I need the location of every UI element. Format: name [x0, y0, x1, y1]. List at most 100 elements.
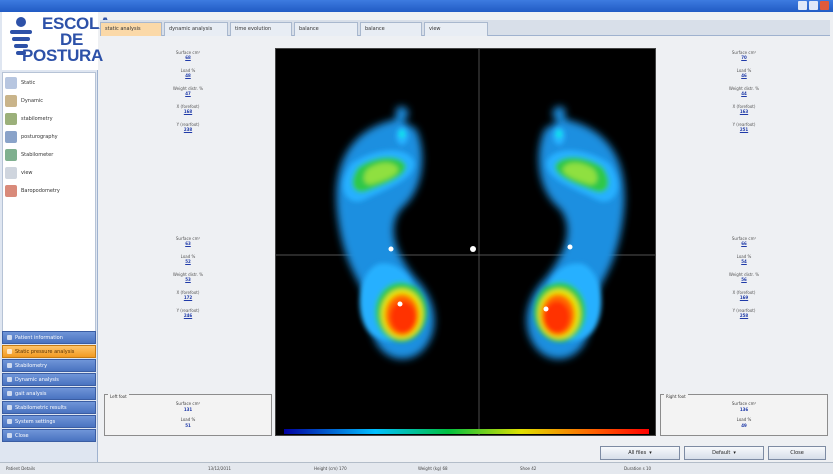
box-title: Left foot — [108, 394, 129, 399]
tool-label: view — [21, 170, 33, 176]
tab-dynamic-analysis[interactable]: dynamic analysis — [164, 22, 228, 36]
stat-value: 238 — [183, 127, 193, 132]
right-foot-stats: Surface cm² 70 Load % 46 Weight distr. % 44… — [660, 44, 828, 394]
stat-value: 68 — [185, 55, 191, 60]
stat-item: Load % 54 — [660, 254, 828, 265]
tool-label: Dynamic — [21, 98, 44, 104]
stat-value: 48 — [185, 73, 191, 78]
chevron-down-icon: ▾ — [733, 450, 736, 456]
default-button[interactable]: Default ▾ — [684, 446, 764, 460]
balance-icon — [5, 149, 17, 161]
box-label: Surface cm² — [175, 401, 201, 406]
tool-view[interactable]: view — [5, 165, 95, 181]
stat-value: 163 — [739, 109, 749, 114]
tool-label: Baropodometry — [21, 188, 60, 194]
tool-label: Stabilometer — [21, 152, 54, 158]
nav-system-settings[interactable]: System settings — [2, 415, 96, 428]
button-label: Default — [712, 450, 731, 456]
nav-icon — [7, 335, 12, 340]
nav-close[interactable]: Close — [2, 429, 96, 442]
tool-posturography[interactable]: posturography — [5, 129, 95, 145]
nav-icon — [7, 419, 12, 424]
nav-icon — [7, 377, 12, 382]
status-bar: Patient Details 13/12/2011 Height (cm) 1… — [0, 462, 833, 474]
tool-baropodometry[interactable]: Baropodometry — [5, 183, 95, 199]
all-files-button[interactable]: All files ▾ — [600, 446, 680, 460]
stat-value: 172 — [183, 295, 193, 300]
stat-value: 46 — [741, 73, 747, 78]
nav-label: Stabilometric results — [15, 404, 67, 411]
nav-label: Static pressure analysis — [15, 348, 75, 355]
nav-gait-analysis[interactable]: gait analysis — [2, 387, 96, 400]
close-button[interactable]: Close — [768, 446, 826, 460]
minimize-icon[interactable] — [798, 1, 807, 10]
foot-icon — [5, 77, 17, 89]
stat-item: Weight distr. % 56 — [660, 272, 828, 283]
stat-item: Surface cm² 66 — [660, 236, 828, 247]
tab-balance-2[interactable]: balance — [360, 22, 422, 36]
stat-value: 246 — [183, 313, 193, 318]
tool-label: stabilometry — [21, 116, 53, 122]
maximize-icon[interactable] — [809, 1, 818, 10]
status-shoe: Shoe 42 — [520, 466, 537, 471]
right-summary-box: Right foot Surface cm² 136 Load % 49 — [660, 394, 828, 436]
nav-label: gait analysis — [15, 390, 47, 397]
close-icon[interactable] — [820, 1, 829, 10]
left-foot-print — [336, 106, 435, 359]
stat-value: 169 — [739, 295, 749, 300]
nav-stabilometry[interactable]: Stabilometry — [2, 359, 96, 372]
tool-label: Static — [21, 80, 36, 86]
tab-balance-1[interactable]: balance — [294, 22, 358, 36]
nav-stabilometric-results[interactable]: Stabilometric results — [2, 401, 96, 414]
button-label: All files — [628, 450, 647, 456]
box-label: Load % — [180, 417, 196, 422]
stat-value: 70 — [741, 55, 747, 60]
nav-patient-information[interactable]: Patient information — [2, 331, 96, 344]
box-value: 51 — [185, 423, 191, 428]
stat-item: Surface cm² 70 — [660, 50, 828, 61]
stat-value: 54 — [741, 259, 747, 264]
pressure-heatmap — [276, 49, 655, 435]
logo: ESCOLA DE POSTURA — [2, 12, 111, 70]
right-foot-print — [526, 106, 625, 359]
tool-static[interactable]: Static — [5, 75, 95, 91]
stat-item: Load % 52 — [104, 254, 272, 265]
nav-label: System settings — [15, 418, 56, 425]
nav-label: Patient information — [15, 334, 63, 341]
person-icon — [5, 113, 17, 125]
stat-item: Y (rearfoot) 238 — [104, 122, 272, 133]
button-label: Close — [790, 450, 804, 456]
tool-label: posturography — [21, 134, 58, 140]
pressure-map-viewer[interactable] — [275, 48, 656, 436]
tab-view[interactable]: view — [424, 22, 488, 36]
tool-stabilometer[interactable]: Stabilometer — [5, 147, 95, 163]
foot-print-icon — [5, 95, 17, 107]
left-summary-box: Left foot Surface cm² 131 Load % 51 — [104, 394, 272, 436]
status-date: 13/12/2011 — [208, 466, 232, 471]
stat-item: X (forefoot) 169 — [660, 290, 828, 301]
stat-value: 52 — [185, 259, 191, 264]
nav-dynamic-analysis[interactable]: Dynamic analysis — [2, 373, 96, 386]
stat-value: 56 — [741, 277, 747, 282]
nav-static-pressure-analysis[interactable]: Static pressure analysis — [2, 345, 96, 358]
box-value: 131 — [183, 407, 193, 412]
chart-icon — [5, 185, 17, 197]
status-patient: Patient Details — [6, 466, 36, 471]
nav-label: Dynamic analysis — [15, 376, 59, 383]
stat-item: Weight distr. % 53 — [104, 272, 272, 283]
window-title-bar — [0, 0, 833, 12]
tab-static-analysis[interactable]: static analysis — [100, 22, 162, 36]
left-foot-stats: Surface cm² 68 Load % 48 Weight distr. % 47… — [104, 44, 272, 394]
tool-stabilometry[interactable]: stabilometry — [5, 111, 95, 127]
status-duration: Duration s 10 — [624, 466, 652, 471]
tab-time-evolution[interactable]: time evolution — [230, 22, 292, 36]
stat-item: Load % 46 — [660, 68, 828, 79]
stat-value: 66 — [741, 241, 747, 246]
tool-dynamic[interactable]: Dynamic — [5, 93, 95, 109]
status-weight: Weight (kg) 68 — [418, 466, 448, 471]
status-height: Height (cm) 170 — [314, 466, 347, 471]
box-value: 49 — [741, 423, 747, 428]
stat-item: X (forefoot) 168 — [104, 104, 272, 115]
nav-icon — [7, 349, 12, 354]
color-scale-bar — [284, 429, 649, 434]
